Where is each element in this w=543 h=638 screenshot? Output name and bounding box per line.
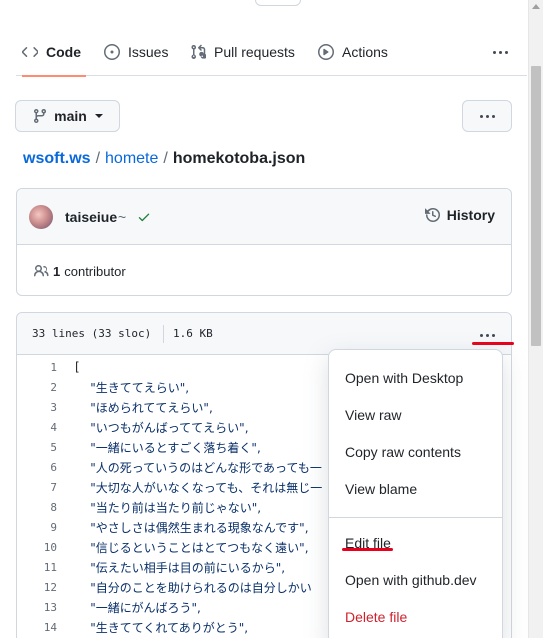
top-cutoff-area xyxy=(0,0,543,8)
menu-item-label: Open with Desktop xyxy=(345,370,464,386)
menu-item-view-blame[interactable]: View blame xyxy=(329,471,502,507)
code-icon xyxy=(22,47,38,57)
line-number[interactable]: 1 xyxy=(17,361,57,374)
contributors-link[interactable]: 1 contributor xyxy=(33,263,126,279)
menu-item-label: Open with github.dev xyxy=(345,572,477,588)
issue-opened-icon xyxy=(104,44,120,60)
code-text: "伝えたい相手は目の前にいるから", xyxy=(75,560,286,575)
menu-item-delete-file[interactable]: Delete file xyxy=(329,599,502,635)
code-text: "ほめられててえらい", xyxy=(75,400,213,415)
page-scrollbar[interactable] xyxy=(528,0,543,638)
tab-issues[interactable]: Issues xyxy=(104,28,168,76)
code-text: "一緒にがんばろう", xyxy=(75,600,201,615)
tab-label: Actions xyxy=(342,44,388,60)
contributor-count: 1 xyxy=(53,263,61,279)
line-number[interactable]: 2 xyxy=(17,381,57,394)
tab-label: Code xyxy=(46,44,81,60)
file-actions-more-button[interactable] xyxy=(462,100,512,132)
history-link[interactable]: History xyxy=(424,207,495,223)
line-number[interactable]: 3 xyxy=(17,401,57,414)
tab-actions[interactable]: Actions xyxy=(318,28,388,76)
menu-item-edit-file[interactable]: Edit file xyxy=(329,525,502,561)
line-number[interactable]: 9 xyxy=(17,521,57,534)
breadcrumb-separator: / xyxy=(163,150,168,167)
line-number[interactable]: 5 xyxy=(17,441,57,454)
history-icon xyxy=(424,207,440,222)
tabs-more-button[interactable] xyxy=(489,42,511,62)
line-number[interactable]: 7 xyxy=(17,481,57,494)
line-number[interactable]: 14 xyxy=(17,621,57,634)
file-info-divider xyxy=(163,325,164,343)
menu-item-copy-raw-contents[interactable]: Copy raw contents xyxy=(329,434,502,470)
annotation-underline-menu xyxy=(472,342,514,345)
menu-item-label: View raw xyxy=(345,407,402,423)
scrollbar-thumb[interactable] xyxy=(531,66,541,346)
annotation-underline-edit-file xyxy=(342,548,393,551)
code-text: "一緒にいるとすごく落ち着く", xyxy=(75,440,261,455)
cutoff-button xyxy=(255,0,301,6)
tab-code[interactable]: Code xyxy=(22,28,86,77)
tab-pull-requests[interactable]: Pull requests xyxy=(190,28,295,76)
check-icon xyxy=(138,213,150,222)
menu-item-label: Copy raw contents xyxy=(345,444,461,460)
line-number[interactable]: 11 xyxy=(17,561,57,574)
breadcrumb-file-name: homekotoba.json xyxy=(172,150,306,167)
breadcrumb-repo-link[interactable]: homete xyxy=(105,150,158,168)
scroll-up-arrow-icon[interactable] xyxy=(532,4,540,9)
branch-name: main xyxy=(54,108,87,124)
git-branch-icon xyxy=(34,108,47,124)
line-number[interactable]: 8 xyxy=(17,501,57,514)
commit-header: taiseiue ~ History xyxy=(17,189,511,245)
latest-commit-box: taiseiue ~ History 1 contributor xyxy=(16,188,512,296)
kebab-icon xyxy=(492,50,508,54)
menu-item-label: View blame xyxy=(345,481,418,497)
line-number[interactable]: 4 xyxy=(17,421,57,434)
breadcrumb-owner-link[interactable]: wsoft.ws xyxy=(23,150,91,168)
repo-nav-tabs: Code Issues Pull requests Actions xyxy=(16,28,527,77)
tab-label: Issues xyxy=(128,44,169,60)
code-text: "生きててえらい", xyxy=(75,380,190,395)
code-text: "大切な人がいなくなっても、それは無じ一 xyxy=(75,480,323,495)
line-number[interactable]: 13 xyxy=(17,601,57,614)
github-file-view: Code Issues Pull requests Actions main w… xyxy=(0,0,543,638)
menu-item-open-with-desktop[interactable]: Open with Desktop xyxy=(329,360,502,396)
file-size: 1.6 KB xyxy=(173,327,213,340)
kebab-icon xyxy=(479,333,495,337)
tab-label: Pull requests xyxy=(214,44,295,60)
history-label: History xyxy=(446,207,495,223)
line-number[interactable]: 10 xyxy=(17,541,57,554)
menu-divider xyxy=(329,517,502,518)
kebab-icon xyxy=(479,114,495,118)
menu-item-label: Delete file xyxy=(345,609,408,625)
code-text: "当たり前は当たり前じゃない", xyxy=(75,500,262,515)
file-line-count: 33 lines (33 sloc) xyxy=(32,327,152,340)
menu-item-view-raw[interactable]: View raw xyxy=(329,397,502,433)
breadcrumb: wsoft.ws / homete / homekotoba.json xyxy=(23,150,305,168)
git-pull-request-icon xyxy=(191,44,206,59)
breadcrumb-separator: / xyxy=(95,150,101,167)
commit-author-link[interactable]: taiseiue xyxy=(65,209,117,225)
file-actions-menu: Open with Desktop View raw Copy raw cont… xyxy=(328,349,503,638)
people-icon xyxy=(33,265,49,277)
branch-selector-button[interactable]: main xyxy=(15,100,120,132)
code-text: "信じるということはとてつもなく遠い", xyxy=(75,540,309,555)
menu-item-open-with-github-dev[interactable]: Open with github.dev xyxy=(329,562,502,598)
line-number[interactable]: 12 xyxy=(17,581,57,594)
contributor-label: contributor xyxy=(64,263,126,279)
play-icon xyxy=(318,44,334,60)
code-text: "やさしさは偶然生まれる現象なんです", xyxy=(75,520,309,535)
triangle-down-icon xyxy=(94,114,103,118)
code-text: "いつもがんばっててえらい", xyxy=(75,420,249,435)
commit-author-suffix: ~ xyxy=(118,209,127,225)
line-number[interactable]: 6 xyxy=(17,461,57,474)
code-text: [ xyxy=(75,360,80,374)
avatar[interactable] xyxy=(29,205,53,229)
code-text: "自分のことを助けられるのは自分しかい xyxy=(75,580,312,595)
code-text: "人の死っていうのはどんな形であっても一 xyxy=(75,460,322,475)
code-text: "生きててくれてありがとう", xyxy=(75,620,249,635)
